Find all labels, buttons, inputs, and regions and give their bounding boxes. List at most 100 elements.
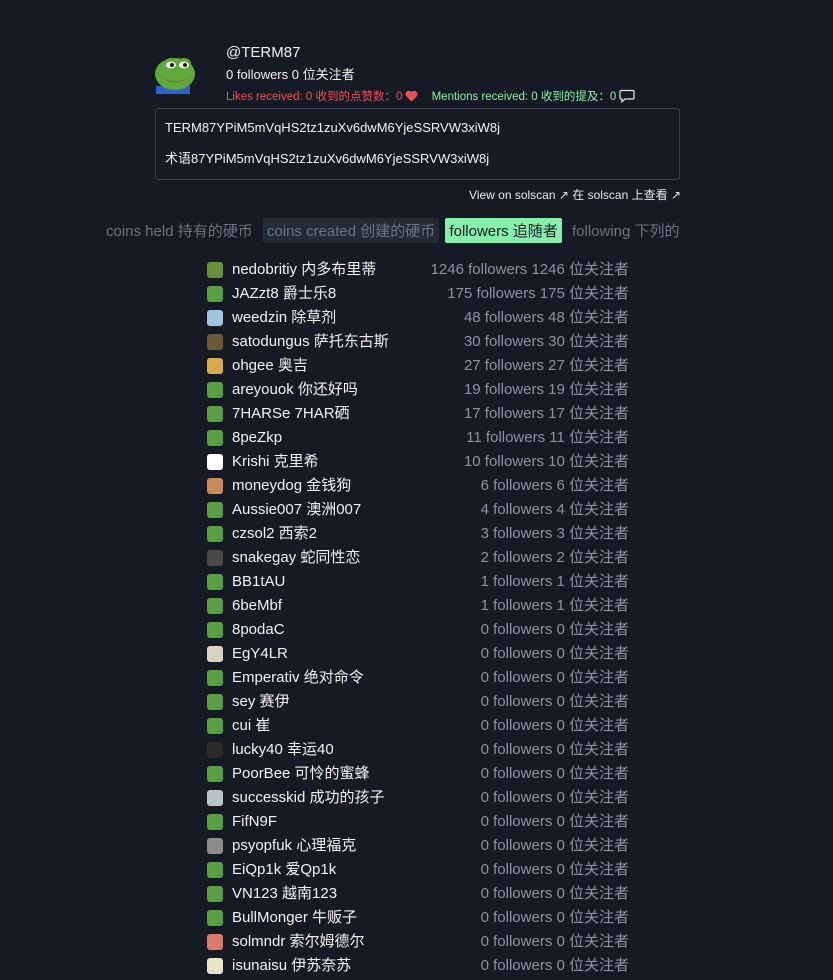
follower-row[interactable]: JAZzt8 爵士乐8 175 followers 175 位关注者	[207, 282, 629, 306]
follower-row[interactable]: PoorBee 可怜的蜜蜂 0 followers 0 位关注者	[207, 762, 629, 786]
follower-avatar-icon[interactable]	[207, 550, 223, 566]
follower-row[interactable]: Emperativ 绝对命令 0 followers 0 位关注者	[207, 666, 629, 690]
follower-avatar-icon[interactable]	[207, 526, 223, 542]
follower-row[interactable]: nedobritiy 内多布里蒂 1246 followers 1246 位关注者	[207, 258, 629, 282]
follower-name[interactable]: BullMonger 牛贩子	[232, 906, 357, 930]
follower-count-label: 0 followers 0 位关注者	[480, 837, 629, 854]
follower-row[interactable]: 8peZkp 11 followers 11 位关注者	[207, 426, 629, 450]
follower-name[interactable]: solmndr 索尔姆德尔	[232, 930, 365, 954]
follower-row[interactable]: areyouok 你还好吗 19 followers 19 位关注者	[207, 378, 629, 402]
tab-coins-held[interactable]: coins held 持有的硬币	[106, 218, 257, 243]
follower-row[interactable]: EgY4LR 0 followers 0 位关注者	[207, 642, 629, 666]
follower-name[interactable]: 8peZkp	[232, 426, 282, 450]
follower-row[interactable]: sey 赛伊 0 followers 0 位关注者	[207, 690, 629, 714]
follower-row[interactable]: snakegay 蛇同性恋 2 followers 2 位关注者	[207, 546, 629, 570]
follower-name[interactable]: cui 崔	[232, 714, 270, 738]
solscan-link[interactable]: View on solscan ↗ 在 solscan 上查看 ↗	[469, 188, 681, 202]
follower-avatar-icon[interactable]	[207, 622, 223, 638]
follower-avatar-icon[interactable]	[207, 694, 223, 710]
follower-count: 0 followers 0 位关注者	[226, 67, 355, 82]
follower-avatar-icon[interactable]	[207, 358, 223, 374]
follower-row[interactable]: satodungus 萨托东古斯 30 followers 30 位关注者	[207, 330, 629, 354]
follower-name[interactable]: Krishi 克里希	[232, 450, 319, 474]
follower-avatar-icon[interactable]	[207, 406, 223, 422]
tab-following[interactable]: following 下列的	[568, 218, 684, 243]
follower-name[interactable]: 6beMbf	[232, 594, 282, 618]
follower-count-label: 0 followers 0 位关注者	[480, 813, 629, 830]
follower-avatar-icon[interactable]	[207, 838, 223, 854]
follower-name[interactable]: satodungus 萨托东古斯	[232, 330, 389, 354]
follower-row[interactable]: 8podaC 0 followers 0 位关注者	[207, 618, 629, 642]
follower-name[interactable]: czsol2 西索2	[232, 522, 317, 546]
follower-row[interactable]: 6beMbf 1 followers 1 位关注者	[207, 594, 629, 618]
follower-avatar-icon[interactable]	[207, 478, 223, 494]
follower-avatar-icon[interactable]	[207, 310, 223, 326]
follower-name[interactable]: 8podaC	[232, 618, 285, 642]
follower-avatar-icon[interactable]	[207, 934, 223, 950]
follower-row[interactable]: BullMonger 牛贩子 0 followers 0 位关注者	[207, 906, 629, 930]
tab-followers[interactable]: followers 追随者	[445, 218, 562, 243]
follower-row[interactable]: moneydog 金钱狗 6 followers 6 位关注者	[207, 474, 629, 498]
follower-name[interactable]: weedzin 除草剂	[232, 306, 336, 330]
follower-name[interactable]: lucky40 幸运40	[232, 738, 334, 762]
follower-name[interactable]: ohgee 奥吉	[232, 354, 308, 378]
follower-row[interactable]: ohgee 奥吉 27 followers 27 位关注者	[207, 354, 629, 378]
follower-row[interactable]: solmndr 索尔姆德尔 0 followers 0 位关注者	[207, 930, 629, 954]
follower-name[interactable]: EgY4LR	[232, 642, 288, 666]
follower-avatar-icon[interactable]	[207, 886, 223, 902]
follower-row[interactable]: Krishi 克里希 10 followers 10 位关注者	[207, 450, 629, 474]
follower-row[interactable]: EiQp1k 爱Qp1k 0 followers 0 位关注者	[207, 858, 629, 882]
follower-row[interactable]: successkid 成功的孩子 0 followers 0 位关注者	[207, 786, 629, 810]
follower-avatar-icon[interactable]	[207, 910, 223, 926]
follower-avatar-icon[interactable]	[207, 814, 223, 830]
follower-avatar-icon[interactable]	[207, 646, 223, 662]
follower-name[interactable]: PoorBee 可怜的蜜蜂	[232, 762, 370, 786]
follower-name[interactable]: BB1tAU	[232, 570, 285, 594]
follower-name[interactable]: moneydog 金钱狗	[232, 474, 351, 498]
follower-name[interactable]: successkid 成功的孩子	[232, 786, 385, 810]
follower-name[interactable]: FifN9F	[232, 810, 277, 834]
follower-avatar-icon[interactable]	[207, 718, 223, 734]
follower-name[interactable]: 7HARSe 7HAR硒	[232, 402, 350, 426]
follower-row[interactable]: 7HARSe 7HAR硒 17 followers 17 位关注者	[207, 402, 629, 426]
follower-name[interactable]: EiQp1k 爱Qp1k	[232, 858, 336, 882]
follower-row[interactable]: psyopfuk 心理福克 0 followers 0 位关注者	[207, 834, 629, 858]
follower-row[interactable]: FifN9F 0 followers 0 位关注者	[207, 810, 629, 834]
follower-row[interactable]: Aussie007 澳洲007 4 followers 4 位关注者	[207, 498, 629, 522]
follower-name[interactable]: areyouok 你还好吗	[232, 378, 358, 402]
wallet-address[interactable]: TERM87YPiM5mVqHS2tz1zuXv6dwM6YjeSSRVW3xi…	[165, 120, 500, 135]
follower-avatar-icon[interactable]	[207, 382, 223, 398]
address-box[interactable]: TERM87YPiM5mVqHS2tz1zuXv6dwM6YjeSSRVW3xi…	[155, 108, 680, 180]
follower-name[interactable]: snakegay 蛇同性恋	[232, 546, 360, 570]
follower-row[interactable]: VN123 越南123 0 followers 0 位关注者	[207, 882, 629, 906]
follower-row[interactable]: BB1tAU 1 followers 1 位关注者	[207, 570, 629, 594]
follower-avatar-icon[interactable]	[207, 790, 223, 806]
follower-name[interactable]: Aussie007 澳洲007	[232, 498, 361, 522]
follower-row[interactable]: czsol2 西索2 3 followers 3 位关注者	[207, 522, 629, 546]
follower-name[interactable]: VN123 越南123	[232, 882, 337, 906]
follower-name[interactable]: Emperativ 绝对命令	[232, 666, 364, 690]
follower-name[interactable]: isunaisu 伊苏奈苏	[232, 954, 351, 978]
follower-avatar-icon[interactable]	[207, 454, 223, 470]
tab-coins-created[interactable]: coins created 创建的硬币	[262, 218, 440, 243]
follower-avatar-icon[interactable]	[207, 574, 223, 590]
follower-row[interactable]: weedzin 除草剂 48 followers 48 位关注者	[207, 306, 629, 330]
follower-avatar-icon[interactable]	[207, 670, 223, 686]
follower-avatar-icon[interactable]	[207, 262, 223, 278]
follower-avatar-icon[interactable]	[207, 766, 223, 782]
follower-avatar-icon[interactable]	[207, 598, 223, 614]
follower-avatar-icon[interactable]	[207, 742, 223, 758]
follower-row[interactable]: isunaisu 伊苏奈苏 0 followers 0 位关注者	[207, 954, 629, 978]
follower-name[interactable]: nedobritiy 内多布里蒂	[232, 258, 376, 282]
follower-name[interactable]: sey 赛伊	[232, 690, 290, 714]
follower-name[interactable]: psyopfuk 心理福克	[232, 834, 356, 858]
follower-name[interactable]: JAZzt8 爵士乐8	[232, 282, 336, 306]
follower-row[interactable]: cui 崔 0 followers 0 位关注者	[207, 714, 629, 738]
follower-avatar-icon[interactable]	[207, 286, 223, 302]
follower-row[interactable]: lucky40 幸运40 0 followers 0 位关注者	[207, 738, 629, 762]
follower-avatar-icon[interactable]	[207, 502, 223, 518]
follower-avatar-icon[interactable]	[207, 862, 223, 878]
follower-avatar-icon[interactable]	[207, 430, 223, 446]
follower-avatar-icon[interactable]	[207, 958, 223, 974]
follower-avatar-icon[interactable]	[207, 334, 223, 350]
